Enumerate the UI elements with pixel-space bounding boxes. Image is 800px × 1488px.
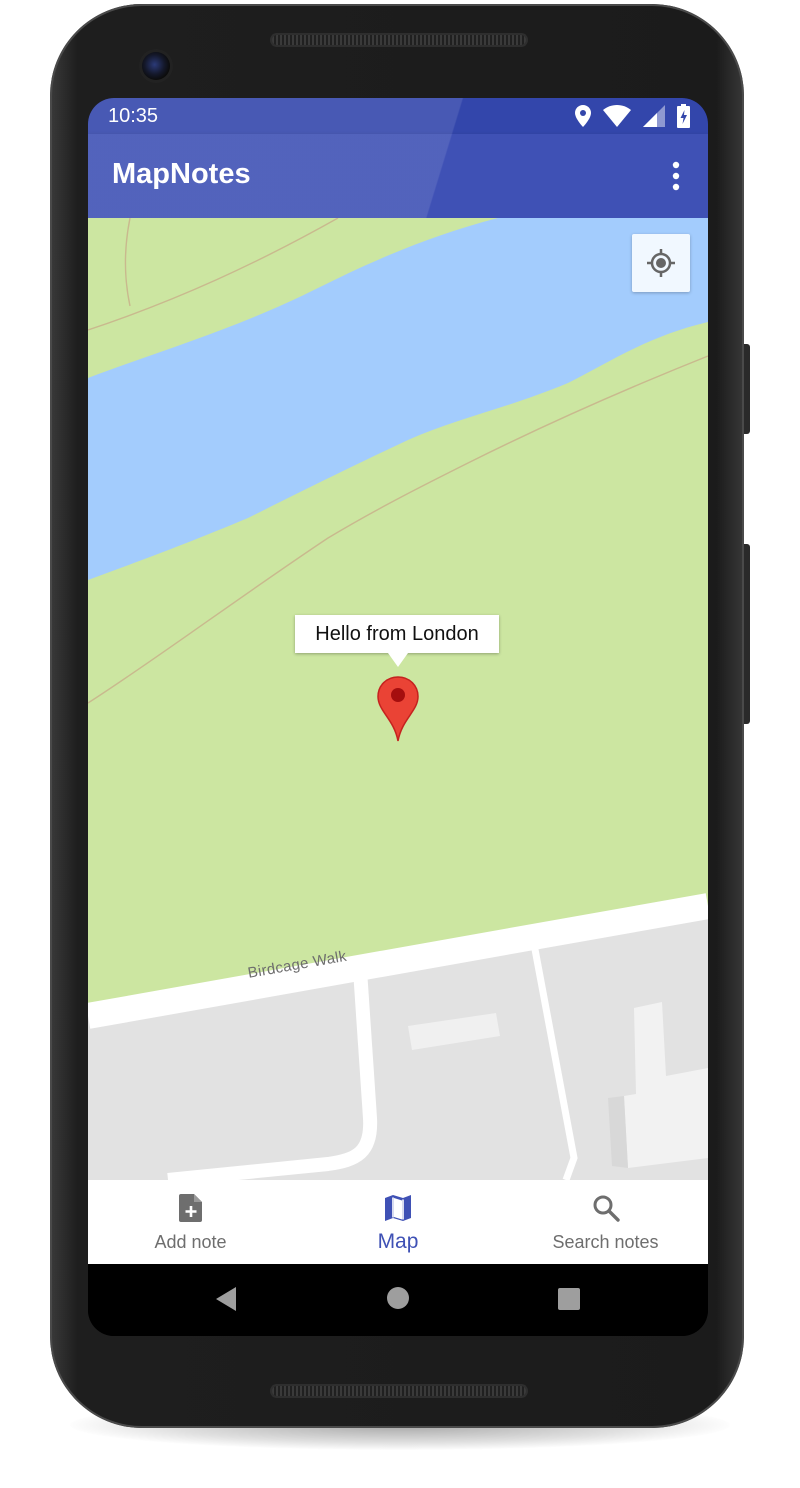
marker-info-window[interactable]: Hello from London — [295, 615, 499, 653]
nav-label: Search notes — [552, 1232, 659, 1252]
signal-icon — [643, 105, 665, 127]
power-button — [744, 544, 750, 724]
system-navigation-bar — [88, 1264, 708, 1336]
nav-search-notes[interactable]: Search notes — [503, 1180, 708, 1264]
recents-icon[interactable] — [557, 1287, 581, 1311]
battery-icon — [677, 104, 690, 128]
status-time: 10:35 — [108, 105, 159, 127]
search-icon — [593, 1195, 620, 1222]
map-view[interactable]: Hello from London Birdcage Walk — [88, 218, 708, 1180]
top-speaker — [270, 33, 528, 47]
screen: 10:35 MapNotes Hello from London Birdcag… — [88, 98, 708, 1336]
app-title: MapNotes — [112, 158, 251, 190]
nav-label: Add note — [154, 1232, 227, 1252]
note-add-icon — [178, 1194, 202, 1222]
home-icon[interactable] — [386, 1286, 410, 1310]
status-icons — [575, 104, 690, 128]
app-bar: MapNotes — [88, 134, 708, 218]
back-icon[interactable] — [215, 1286, 237, 1312]
location-icon — [575, 105, 591, 127]
bottom-navigation: Add note Map Search notes — [88, 1180, 708, 1264]
my-location-button[interactable] — [632, 234, 690, 292]
nav-label: Map — [377, 1230, 419, 1253]
bottom-speaker — [270, 1384, 528, 1398]
map-marker-icon[interactable] — [376, 675, 420, 743]
map-icon — [385, 1195, 411, 1221]
front-camera — [142, 52, 170, 80]
my-location-icon — [647, 249, 675, 277]
wifi-icon — [603, 105, 631, 127]
nav-add-note[interactable]: Add note — [88, 1180, 293, 1264]
volume-button — [744, 344, 750, 434]
more-vert-icon[interactable] — [664, 160, 688, 194]
info-window-tail — [388, 653, 408, 667]
nav-map[interactable]: Map — [293, 1180, 503, 1264]
status-bar: 10:35 — [88, 98, 708, 134]
